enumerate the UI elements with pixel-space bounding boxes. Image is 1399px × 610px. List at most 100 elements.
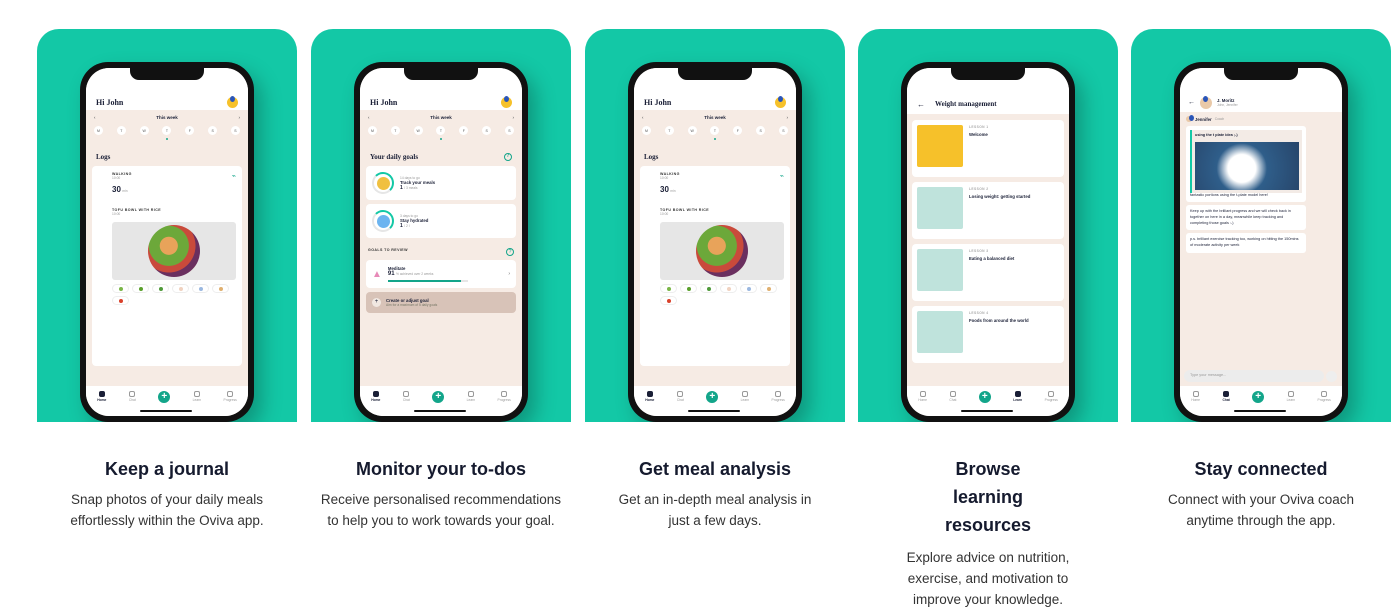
ingredient-chip[interactable] — [760, 284, 777, 293]
next-week-icon[interactable]: › — [239, 115, 241, 120]
create-goal-button[interactable]: + Create or adjust goal Aim for a maximum … — [366, 292, 516, 313]
prev-week-icon[interactable]: ‹ — [94, 115, 96, 120]
day-5[interactable]: S — [482, 126, 492, 135]
nav-progress[interactable]: Progress — [1045, 391, 1058, 402]
lesson-card[interactable]: LESSON 1 Welcome — [912, 120, 1064, 177]
review-card[interactable]: ▲ Meditate 91 % achieved over 2 weeks › — [366, 260, 516, 288]
avatar[interactable] — [501, 95, 512, 108]
day-5[interactable]: S — [208, 126, 218, 135]
day-3[interactable]: T — [162, 126, 172, 140]
lesson-title: Foods from around the world — [969, 318, 1029, 323]
day-6[interactable]: S — [778, 126, 788, 135]
day-6[interactable]: S — [504, 126, 514, 135]
help-icon[interactable]: ? — [504, 153, 512, 161]
nav-chat[interactable]: Chat — [949, 391, 956, 402]
next-week-icon[interactable]: › — [513, 115, 515, 120]
ingredient-chip[interactable] — [700, 284, 717, 293]
nav-home[interactable]: Home — [1191, 391, 1200, 402]
feature-card: Hi John ‹ This week › M T W T F S S Logs WALKING 10… — [37, 29, 297, 531]
week-days: MTWTFSS — [360, 120, 522, 140]
add-button[interactable]: + — [1252, 391, 1265, 403]
nav-progress[interactable]: Progress — [772, 391, 785, 402]
feature-card: ← Weight management LESSON 1 Welcome LESSON … — [858, 29, 1118, 610]
day-1[interactable]: T — [390, 126, 400, 135]
help-icon[interactable]: ? — [506, 248, 514, 256]
ingredient-chip[interactable] — [172, 284, 189, 293]
ingredient-chip[interactable] — [212, 284, 229, 293]
next-week-icon[interactable]: › — [787, 115, 789, 120]
nav-home[interactable]: Home — [918, 391, 927, 402]
lesson-card[interactable]: LESSON 2 Losing weight: getting started — [912, 182, 1064, 239]
day-5[interactable]: S — [756, 126, 766, 135]
day-0[interactable]: M — [94, 126, 103, 135]
day-3[interactable]: T — [710, 126, 720, 140]
ingredient-chip[interactable] — [152, 284, 169, 293]
day-4[interactable]: F — [459, 126, 469, 135]
day-2[interactable]: W — [413, 126, 423, 135]
home-icon — [646, 391, 653, 397]
nav-learn[interactable]: Learn — [193, 391, 201, 402]
nav-chat[interactable]: Chat — [1222, 391, 1230, 402]
nav-progress[interactable]: Progress — [1318, 391, 1331, 402]
avatar[interactable] — [227, 95, 238, 108]
ingredient-chip[interactable] — [720, 284, 737, 293]
day-0[interactable]: M — [368, 126, 377, 135]
ingredient-chip[interactable] — [740, 284, 757, 293]
nav-progress[interactable]: Progress — [498, 391, 511, 402]
lesson-card[interactable]: LESSON 3 Eating a balanced diet — [912, 244, 1064, 301]
meal-photo[interactable] — [1195, 141, 1299, 190]
ingredient-chip[interactable] — [192, 284, 209, 293]
greeting: Hi John — [644, 97, 672, 107]
message-input[interactable]: Type your message... — [1184, 370, 1324, 382]
day-4[interactable]: F — [733, 126, 743, 135]
day-2[interactable]: W — [139, 126, 149, 135]
day-1[interactable]: T — [664, 126, 674, 135]
review-text: % achieved over 2 weeks — [395, 272, 434, 276]
feature-title: Browse learning resources — [944, 459, 1032, 535]
nav-learn[interactable]: Learn — [741, 391, 749, 402]
day-3[interactable]: T — [436, 126, 446, 140]
nav-home[interactable]: Home — [371, 391, 380, 402]
add-button[interactable]: + — [978, 391, 991, 403]
ingredient-chip[interactable] — [660, 284, 677, 293]
day-2[interactable]: W — [687, 126, 697, 135]
add-button[interactable]: + — [706, 391, 719, 403]
send-button[interactable] — [1326, 371, 1337, 382]
ingredient-chip[interactable] — [132, 284, 149, 293]
add-button[interactable]: + — [432, 391, 445, 403]
ingredient-chip[interactable] — [112, 296, 129, 305]
meal-photo[interactable] — [112, 222, 236, 280]
add-button[interactable]: + — [158, 391, 171, 403]
feature-card: Hi John ‹ This week › M T W T F S S Logs WALKING 10… — [585, 29, 845, 531]
nav-progress[interactable]: Progress — [224, 391, 237, 402]
ingredient-chip[interactable] — [680, 284, 697, 293]
nav-learn[interactable]: Learn — [467, 391, 475, 402]
feature-title: Monitor your to-dos — [356, 459, 526, 479]
avatar[interactable] — [775, 95, 786, 108]
meal-photo[interactable] — [660, 222, 784, 280]
day-6[interactable]: S — [230, 126, 240, 135]
day-0[interactable]: M — [642, 126, 651, 135]
nav-home[interactable]: Home — [97, 391, 106, 402]
nav-learn[interactable]: Learn — [1013, 391, 1022, 402]
chart-icon[interactable]: ⌁ — [780, 172, 784, 194]
chart-icon[interactable]: ⌁ — [232, 172, 236, 194]
back-arrow-icon[interactable]: ← — [917, 100, 925, 109]
nav-learn[interactable]: Learn — [1287, 391, 1295, 402]
goal-card[interactable]: 14 days to go Track your meals 1 / 3 meals — [366, 166, 516, 200]
day-4[interactable]: F — [185, 126, 195, 135]
nav-home[interactable]: Home — [645, 391, 654, 402]
lesson-card[interactable]: LESSON 4 Foods from around the world — [912, 306, 1064, 363]
ingredient-chip[interactable] — [112, 284, 129, 293]
nav-chat[interactable]: Chat — [403, 391, 410, 402]
nav-chat[interactable]: Chat — [129, 391, 136, 402]
prev-week-icon[interactable]: ‹ — [368, 115, 370, 120]
day-1[interactable]: T — [116, 126, 126, 135]
nav-chat[interactable]: Chat — [677, 391, 684, 402]
progress-icon — [227, 391, 234, 397]
goal-card[interactable]: 3 days to go Stay hydrated 1 / 2 l — [366, 204, 516, 238]
ingredient-chip[interactable] — [660, 296, 677, 305]
prev-week-icon[interactable]: ‹ — [642, 115, 644, 120]
back-arrow-icon[interactable]: ← — [1188, 99, 1195, 106]
home-indicator — [1234, 410, 1286, 412]
